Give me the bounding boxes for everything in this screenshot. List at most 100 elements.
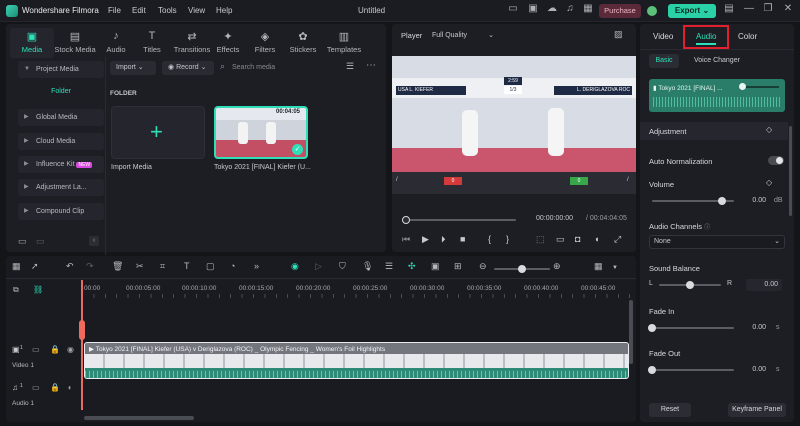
purchase-button[interactable]: Purchase [599, 4, 641, 18]
sidebar-item-project-media[interactable]: ▼ Project Media [18, 61, 104, 78]
tab-color[interactable]: Color [738, 32, 757, 41]
volume-slider-knob[interactable] [717, 197, 726, 205]
more-tools-icon[interactable]: » [254, 262, 259, 271]
marquee-icon[interactable]: ▢ [206, 262, 215, 271]
grid-view-icon[interactable]: ▦ [594, 262, 603, 271]
speed-icon[interactable]: ◔ [230, 262, 235, 271]
timeline-h-scrollbar[interactable] [84, 416, 194, 420]
fade-in-value[interactable]: 0.00 [738, 322, 766, 334]
new-folder-icon[interactable]: ▭ [18, 237, 27, 246]
eye-icon[interactable]: ◉ [67, 346, 74, 354]
tab-titles[interactable]: T Titles [133, 30, 171, 54]
tab-stock-media[interactable]: ▤ Stock Media [54, 30, 96, 54]
sidebar-item-influence-kit[interactable]: ▶ Influence Kit NEW [18, 156, 104, 173]
menu-help[interactable]: Help [216, 6, 232, 15]
menu-edit[interactable]: Edit [132, 6, 146, 15]
mark-in-icon[interactable]: { [488, 235, 491, 244]
balance-value[interactable]: 0.00 [746, 279, 782, 291]
balance-slider-knob[interactable] [686, 281, 694, 289]
stop-icon[interactable]: ■ [460, 235, 465, 244]
play-forward-icon[interactable]: ⏵ [441, 235, 446, 244]
filter-sort-icon[interactable]: ☰ [346, 62, 354, 71]
sidebar-item-compound-clip[interactable]: ▶ Compound Clip [18, 203, 104, 220]
monitor-out-icon[interactable]: ▭ [556, 235, 565, 244]
avatar[interactable] [647, 6, 657, 16]
layout-icon[interactable]: ▦ [12, 262, 21, 271]
notification-icon[interactable]: ▤ [722, 4, 736, 18]
tab-video[interactable]: Video [653, 32, 673, 41]
link-icon[interactable]: ⛓ [33, 286, 43, 294]
lock-icon[interactable]: 🔒 [50, 346, 60, 354]
sidebar-item-global-media[interactable]: ▶ Global Media [18, 109, 104, 126]
microphone-icon[interactable]: 🎙 [362, 262, 373, 271]
add-track-icon[interactable]: ⧉ [13, 286, 19, 294]
monitor-icon[interactable]: ▭ [506, 4, 520, 18]
menu-view[interactable]: View [188, 6, 205, 15]
redo-icon[interactable]: ↷ [86, 262, 94, 271]
prev-frame-icon[interactable]: ⏮ [402, 235, 410, 244]
tab-audio[interactable]: ♪ Audio [97, 30, 135, 54]
play-icon[interactable]: ▶ [422, 235, 429, 244]
clip-thumbnail[interactable]: 00:04:05 ✓ [214, 106, 308, 159]
headset-icon[interactable]: ♫ [563, 4, 577, 18]
fullscreen-preview-icon[interactable]: ⬚ [536, 235, 545, 244]
sidebar-item-cloud-media[interactable]: ▶ Cloud Media [18, 133, 104, 150]
zoom-out-icon[interactable]: ⊖ [479, 262, 487, 271]
cloud-icon[interactable]: ☁ [545, 4, 559, 18]
play-range-icon[interactable]: ▷ [315, 262, 322, 271]
auto-normalization-toggle[interactable] [768, 156, 784, 165]
tab-templates[interactable]: ▥ Templates [322, 30, 366, 54]
import-dropdown[interactable]: Import ⌄ [110, 61, 156, 75]
text-tool-icon[interactable]: T [184, 262, 190, 271]
tab-audio[interactable]: Audio [696, 32, 716, 41]
shield-icon[interactable]: ⛉ [339, 262, 346, 271]
volume-icon[interactable]: ◖ [594, 235, 599, 244]
delete-icon[interactable]: 🗑 [112, 262, 123, 271]
search-input[interactable]: Search media [232, 62, 344, 74]
ai-icon[interactable]: ✣ [408, 262, 416, 271]
keyframe-panel-button[interactable]: Keyframe Panel [728, 403, 786, 417]
maximize-icon[interactable]: ❐ [761, 4, 775, 18]
tab-effects[interactable]: ✦ Effects [209, 30, 247, 54]
minimize-icon[interactable]: — [742, 4, 756, 18]
subtab-voice-changer[interactable]: Voice Changer [694, 57, 740, 64]
subtab-basic[interactable]: Basic [649, 54, 679, 68]
menu-tools[interactable]: Tools [158, 6, 177, 15]
more-icon[interactable]: ⋯ [366, 61, 376, 71]
tab-filters[interactable]: ◈ Filters [246, 30, 284, 54]
zoom-in-icon[interactable]: ⊕ [553, 262, 561, 271]
fade-out-value[interactable]: 0.00 [738, 364, 766, 376]
snapshot-icon[interactable]: ▨ [614, 30, 623, 39]
fade-out-slider-knob[interactable] [648, 366, 656, 374]
camera-icon[interactable]: ◘ [575, 235, 580, 244]
grid-icon[interactable]: ▦ [581, 4, 595, 18]
mosaic-icon[interactable]: ▣ [431, 262, 440, 271]
menu-file[interactable]: File [108, 6, 121, 15]
export-button[interactable]: Export ⌄ [668, 4, 716, 18]
playhead-knob[interactable] [402, 216, 410, 224]
speaker-icon[interactable]: ◖ [67, 384, 72, 392]
quality-dropdown[interactable]: Full Quality ⌄ [432, 30, 498, 42]
playhead-handle[interactable] [79, 320, 85, 340]
select-tool-icon[interactable]: ➚ [31, 262, 39, 271]
sidebar-item-folder[interactable]: Folder [18, 83, 104, 100]
lock-icon[interactable]: 🔒 [50, 384, 60, 392]
folder-icon[interactable]: ▭ [32, 346, 40, 354]
video-clip[interactable]: ▶ Tokyo 2021 [FINAL] Kiefer (USA) v Deri… [84, 342, 629, 379]
collapse-sidebar-icon[interactable]: ‹ [89, 236, 99, 246]
playhead-track[interactable] [406, 219, 516, 221]
mark-out-icon[interactable]: } [506, 235, 509, 244]
save-icon[interactable]: ▣ [526, 4, 540, 18]
fade-in-slider-knob[interactable] [648, 324, 656, 332]
tab-transitions[interactable]: ⇄ Transitions [170, 30, 214, 54]
timeline-v-scrollbar[interactable] [629, 300, 633, 364]
fade-out-slider-track[interactable] [652, 369, 734, 371]
audio-channels-select[interactable]: None ⌄ [649, 235, 785, 249]
fit-icon[interactable]: ⊞ [454, 262, 462, 271]
undo-icon[interactable]: ↶ [66, 262, 74, 271]
adjustment-header[interactable]: Adjustment ◇ [640, 122, 788, 140]
fade-in-slider-track[interactable] [652, 327, 734, 329]
volume-value[interactable]: 0.00 [738, 195, 766, 207]
tab-stickers[interactable]: ✿ Stickers [284, 30, 322, 54]
crop-icon[interactable]: ⌗ [160, 262, 165, 271]
